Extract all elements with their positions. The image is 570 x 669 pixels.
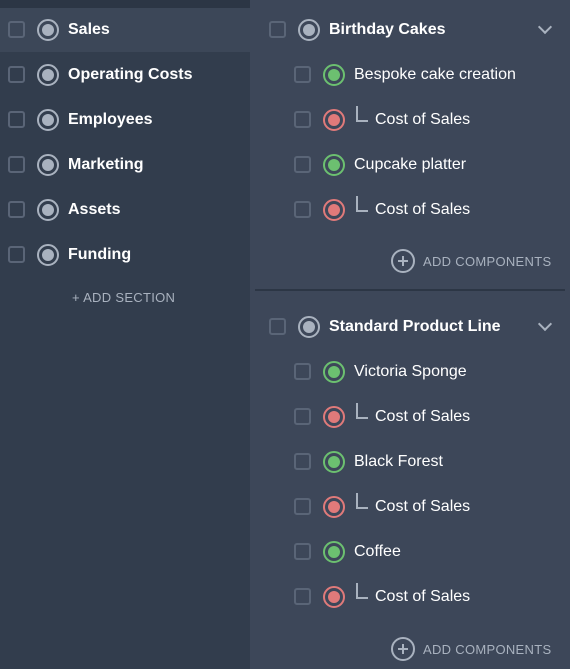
radio-icon[interactable] [37, 109, 59, 131]
group-title: Birthday Cakes [329, 21, 446, 38]
tree-connector-icon [356, 196, 368, 212]
cost-indicator-icon[interactable] [323, 199, 345, 221]
sidebar-item-marketing[interactable]: Marketing [0, 143, 250, 187]
revenue-indicator-icon[interactable] [323, 451, 345, 473]
tree-connector-icon [356, 403, 368, 419]
add-components-label: ADD COMPONENTS [423, 641, 552, 657]
sidebar-item-operating-costs[interactable]: Operating Costs [0, 53, 250, 97]
checkbox-icon[interactable] [294, 111, 311, 128]
cost-indicator-icon[interactable] [323, 406, 345, 428]
add-components-label: ADD COMPONENTS [423, 253, 552, 269]
checkbox-icon[interactable] [8, 201, 25, 218]
sidebar-item-label: Assets [68, 201, 121, 218]
plus-circle-icon [391, 637, 415, 661]
group-header-standard-product-line[interactable]: Standard Product Line [250, 305, 570, 349]
divider [255, 289, 565, 291]
sidebar-item-label: Marketing [68, 156, 144, 173]
checkbox-icon[interactable] [269, 318, 286, 335]
tree-connector-icon [356, 493, 368, 509]
checkbox-icon[interactable] [294, 156, 311, 173]
sidebar-item-label: Funding [68, 246, 132, 263]
list-item[interactable]: Coffee [250, 530, 570, 574]
checkbox-icon[interactable] [294, 453, 311, 470]
tree-connector-icon [356, 106, 368, 122]
radio-icon[interactable] [37, 244, 59, 266]
radio-icon[interactable] [298, 316, 320, 338]
sidebar-top-strip [0, 0, 250, 8]
component-label: Coffee [354, 543, 401, 560]
sub-component-label: Cost of Sales [375, 201, 471, 218]
checkbox-icon[interactable] [8, 21, 25, 38]
checkbox-icon[interactable] [269, 21, 286, 38]
radio-icon[interactable] [37, 19, 59, 41]
tree-connector-icon [356, 583, 368, 599]
list-item[interactable]: Black Forest [250, 440, 570, 484]
radio-icon[interactable] [37, 154, 59, 176]
radio-icon[interactable] [37, 199, 59, 221]
list-item[interactable]: Cost of Sales [250, 98, 570, 142]
sidebar-item-funding[interactable]: Funding [0, 233, 250, 277]
group-header-birthday-cakes[interactable]: Birthday Cakes [250, 8, 570, 52]
sidebar-item-sales[interactable]: Sales [0, 8, 250, 52]
component-label: Victoria Sponge [354, 363, 467, 380]
checkbox-icon[interactable] [8, 66, 25, 83]
checkbox-icon[interactable] [294, 363, 311, 380]
plus-circle-icon [391, 249, 415, 273]
revenue-indicator-icon[interactable] [323, 541, 345, 563]
revenue-indicator-icon[interactable] [323, 361, 345, 383]
revenue-indicator-icon[interactable] [323, 64, 345, 86]
sidebar-item-label: Operating Costs [68, 66, 193, 83]
radio-icon[interactable] [37, 64, 59, 86]
component-label: Cupcake platter [354, 156, 467, 173]
component-label: Black Forest [354, 453, 443, 470]
list-item[interactable]: Cost of Sales [250, 575, 570, 619]
cost-indicator-icon[interactable] [323, 109, 345, 131]
checkbox-icon[interactable] [294, 543, 311, 560]
cost-indicator-icon[interactable] [323, 496, 345, 518]
checkbox-icon[interactable] [294, 588, 311, 605]
add-components-button[interactable]: ADD COMPONENTS [391, 249, 551, 273]
list-item[interactable]: Victoria Sponge [250, 350, 570, 394]
checkbox-icon[interactable] [8, 111, 25, 128]
sidebar-item-employees[interactable]: Employees [0, 98, 250, 142]
chevron-down-icon[interactable] [537, 19, 553, 35]
sub-component-label: Cost of Sales [375, 111, 471, 128]
revenue-indicator-icon[interactable] [323, 154, 345, 176]
checkbox-icon[interactable] [8, 246, 25, 263]
add-components-button[interactable]: ADD COMPONENTS [391, 637, 551, 661]
checkbox-icon[interactable] [294, 408, 311, 425]
chevron-down-icon[interactable] [537, 316, 553, 332]
checkbox-icon[interactable] [294, 201, 311, 218]
sub-component-label: Cost of Sales [375, 588, 471, 605]
add-section-button[interactable]: + ADD SECTION [72, 290, 175, 305]
radio-icon[interactable] [298, 19, 320, 41]
checkbox-icon[interactable] [294, 66, 311, 83]
sidebar-item-assets[interactable]: Assets [0, 188, 250, 232]
list-item[interactable]: Cost of Sales [250, 395, 570, 439]
sub-component-label: Cost of Sales [375, 498, 471, 515]
group-title: Standard Product Line [329, 318, 501, 335]
cost-indicator-icon[interactable] [323, 586, 345, 608]
list-item[interactable]: Bespoke cake creation [250, 53, 570, 97]
list-item[interactable]: Cost of Sales [250, 485, 570, 529]
checkbox-icon[interactable] [8, 156, 25, 173]
list-item[interactable]: Cupcake platter [250, 143, 570, 187]
component-label: Bespoke cake creation [354, 66, 516, 83]
sidebar-item-label: Employees [68, 111, 153, 128]
checkbox-icon[interactable] [294, 498, 311, 515]
sidebar-item-label: Sales [68, 21, 110, 38]
sub-component-label: Cost of Sales [375, 408, 471, 425]
list-item[interactable]: Cost of Sales [250, 188, 570, 232]
